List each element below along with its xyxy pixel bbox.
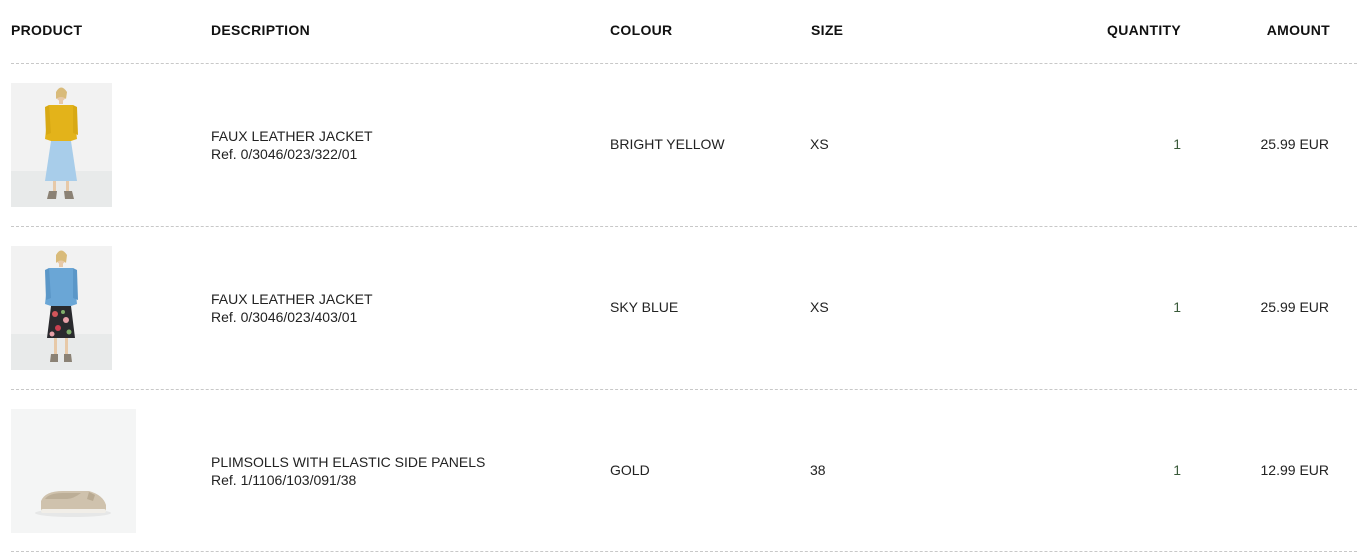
row-divider	[11, 551, 1357, 552]
table-row: FAUX LEATHER JACKET Ref. 0/3046/023/403/…	[0, 226, 1363, 389]
header-amount: AMOUNT	[1266, 22, 1330, 38]
product-name[interactable]: PLIMSOLLS WITH ELASTIC SIDE PANELS	[211, 453, 485, 471]
product-amount: 25.99 EUR	[1260, 136, 1329, 152]
header-size: SIZE	[811, 22, 844, 38]
header-product: PRODUCT	[11, 22, 83, 38]
product-colour: SKY BLUE	[610, 299, 679, 315]
product-colour: BRIGHT YELLOW	[610, 136, 725, 152]
product-amount: 12.99 EUR	[1260, 462, 1329, 478]
header-quantity: QUANTITY	[1107, 22, 1181, 38]
header-colour: COLOUR	[610, 22, 673, 38]
product-ref: Ref. 1/1106/103/091/38	[211, 472, 357, 488]
woman-blue-jacket-photo	[11, 246, 112, 370]
product-ref: Ref. 0/3046/023/403/01	[211, 309, 358, 325]
product-size: 38	[810, 462, 826, 478]
product-quantity: 1	[1173, 136, 1181, 152]
table-row: PLIMSOLLS WITH ELASTIC SIDE PANELS Ref. …	[0, 389, 1363, 552]
product-image[interactable]	[11, 246, 112, 370]
woman-yellow-jacket-photo	[11, 83, 112, 207]
plimsoll-shoe-photo	[11, 409, 136, 533]
table-row: FAUX LEATHER JACKET Ref. 0/3046/023/322/…	[0, 63, 1363, 226]
product-name[interactable]: FAUX LEATHER JACKET	[211, 127, 373, 145]
table-header: PRODUCT DESCRIPTION COLOUR SIZE QUANTITY…	[0, 0, 1363, 62]
product-description[interactable]: PLIMSOLLS WITH ELASTIC SIDE PANELS Ref. …	[211, 453, 485, 489]
product-image[interactable]	[11, 409, 136, 533]
product-name[interactable]: FAUX LEATHER JACKET	[211, 290, 373, 308]
product-size: XS	[810, 299, 829, 315]
product-quantity: 1	[1173, 462, 1181, 478]
product-quantity: 1	[1173, 299, 1181, 315]
product-ref: Ref. 0/3046/023/322/01	[211, 146, 358, 162]
product-description[interactable]: FAUX LEATHER JACKET Ref. 0/3046/023/322/…	[211, 127, 373, 163]
product-size: XS	[810, 136, 829, 152]
product-description[interactable]: FAUX LEATHER JACKET Ref. 0/3046/023/403/…	[211, 290, 373, 326]
product-image[interactable]	[11, 83, 112, 207]
product-amount: 25.99 EUR	[1260, 299, 1329, 315]
header-description: DESCRIPTION	[211, 22, 310, 38]
product-colour: GOLD	[610, 462, 650, 478]
